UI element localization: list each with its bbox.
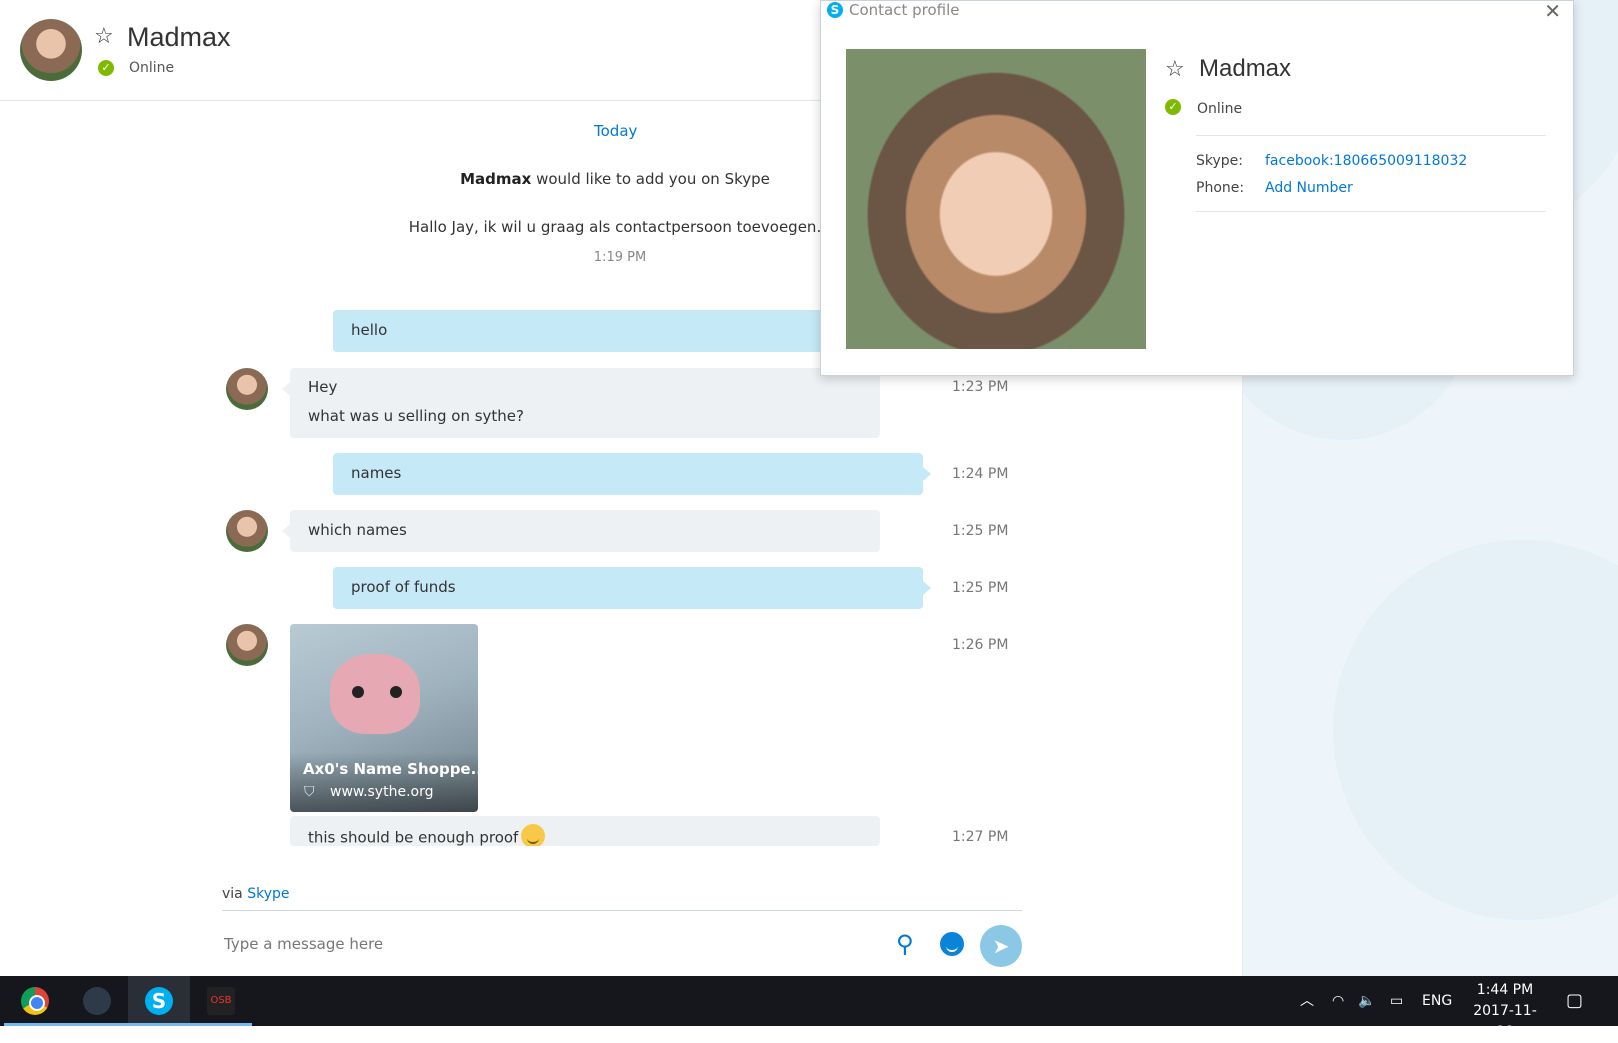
contact-profile-window: S Contact profile ✕ ☆ Madmax ✓ Online Sk… [820,0,1574,376]
preview-image-detail [390,686,402,698]
taskbar-steam[interactable] [66,976,128,1026]
message-time: 1:24 PM [952,466,1009,482]
sender-avatar[interactable] [226,368,268,410]
smiley-icon[interactable] [940,932,964,956]
contact-name[interactable]: Madmax [127,22,231,53]
message-text: Hey [308,378,338,396]
sender-avatar[interactable] [226,624,268,666]
steam-icon [83,987,111,1015]
via-prefix: via [222,886,248,902]
smile-emoji-icon [521,824,546,846]
via-label: via Skype [222,886,290,902]
card-url: www.sythe.org [330,784,434,800]
osbuddy-icon: OSB [207,987,235,1015]
skype-id-link[interactable]: facebook:180665009118032 [1265,153,1467,169]
paperclip-icon[interactable]: ⚲ [896,930,914,958]
message-input[interactable] [222,928,866,960]
via-skype-link[interactable]: Skype [247,886,289,902]
contact-status: Online [129,60,175,76]
profile-photo [846,49,1146,349]
skype-logo-icon: S [827,2,843,18]
battery-icon[interactable]: ▭ [1390,976,1403,1026]
taskbar-chrome[interactable] [4,976,66,1026]
message-time: 1:25 PM [952,523,1009,539]
message-time: 1:25 PM [952,580,1009,596]
wifi-icon[interactable]: ◠ [1332,976,1344,1026]
shield-icon: ⛉ [304,784,315,800]
incoming-message[interactable]: Hey what was u selling on sythe? [282,368,880,438]
taskbar-osbuddy[interactable]: OSB [190,976,252,1026]
message-text: proof of funds [351,578,456,596]
divider [1196,211,1546,212]
divider [1196,135,1546,136]
sender-avatar[interactable] [226,510,268,552]
profile-name: Madmax [1199,55,1292,82]
window-title: Contact profile [849,1,960,19]
card-title: Ax0's Name Shoppe... [303,760,478,778]
incoming-message[interactable]: this should be enough proof [290,816,880,846]
preview-image [330,654,420,734]
volume-icon[interactable]: 🔈 [1358,976,1375,1026]
message-text: hello [351,321,388,339]
send-button[interactable]: ➤ [980,925,1022,967]
clock-time: 1:44 PM [1476,982,1534,998]
message-text: names [351,464,402,482]
profile-status: Online [1197,101,1243,117]
language-indicator[interactable]: ENG [1422,976,1452,1026]
request-greeting: Hallo Jay, ik wil u graag als contactper… [408,218,822,236]
request-text: would like to add you on Skype [531,170,770,188]
request-time: 1:19 PM [593,250,647,265]
skype-icon: S [145,987,173,1015]
link-preview-card[interactable]: Ax0's Name Shoppe... ⛉ www.sythe.org [290,624,478,812]
message-text-content: this should be enough proof [308,828,519,847]
online-status-icon: ✓ [98,60,114,76]
clock-date: 2017-11-18 [1473,1003,1537,1040]
close-icon[interactable]: ✕ [1544,0,1561,23]
taskbar: S OSB ︿ ◠ 🔈 ▭ ENG 1:44 PM 2017-11-18 ▢ [0,976,1618,1040]
online-status-icon: ✓ [1165,99,1181,115]
request-name: Madmax [460,170,532,188]
favorite-star-icon[interactable]: ☆ [1165,59,1185,81]
contact-avatar[interactable] [20,19,82,81]
day-separator: Today [594,122,638,140]
message-time: 1:23 PM [952,379,1009,395]
favorite-star-icon[interactable]: ☆ [94,26,114,48]
incoming-message[interactable]: which names [282,510,880,552]
message-time: 1:27 PM [952,829,1009,845]
notifications-icon[interactable]: ▢ [1566,976,1583,1026]
chevron-up-icon[interactable]: ︿ [1300,976,1314,1026]
clock[interactable]: 1:44 PM 2017-11-18 [1465,980,1545,1043]
taskbar-skype[interactable]: S [128,976,190,1026]
composer-divider [222,910,1022,911]
osb-label: OSB [210,995,232,1006]
outgoing-message[interactable]: proof of funds [333,567,931,609]
message-text: this should be enough proof [308,824,546,847]
chrome-icon [21,987,49,1015]
skype-window: ☆ Madmax ✓ Online Today Madmax would lik… [0,0,1618,976]
message-text: which names [308,521,407,539]
add-number-link[interactable]: Add Number [1265,180,1353,196]
contact-request: Madmax would like to add you on Skype [340,170,890,188]
preview-image-detail [352,686,364,698]
skype-label: Skype: [1196,153,1243,169]
phone-label: Phone: [1196,180,1245,196]
message-text: what was u selling on sythe? [308,407,524,425]
message-time: 1:26 PM [952,637,1009,653]
outgoing-message[interactable]: names [333,453,931,495]
